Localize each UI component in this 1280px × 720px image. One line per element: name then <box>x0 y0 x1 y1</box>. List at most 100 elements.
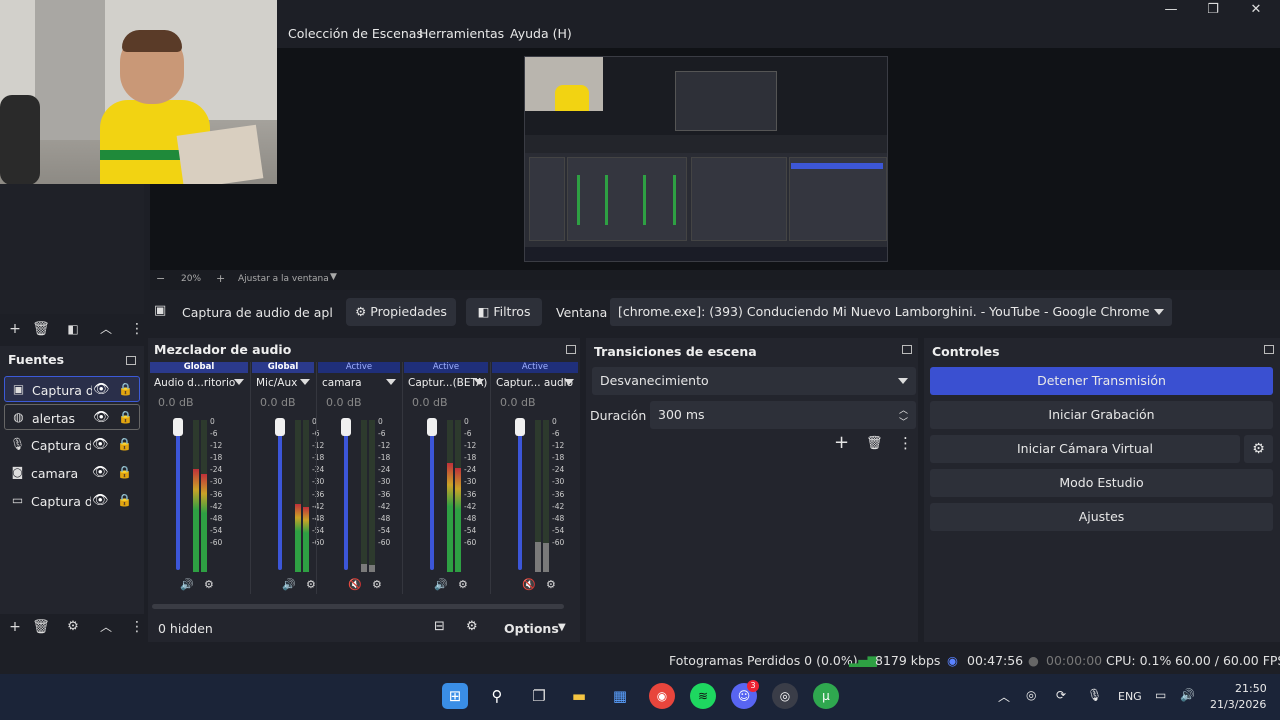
menu-help[interactable]: Ayuda (H) <box>510 26 572 41</box>
volume-slider[interactable] <box>518 420 522 570</box>
audio-settings-icon[interactable]: ⚙ <box>306 578 316 591</box>
network-icon[interactable]: ▭ <box>1155 688 1166 702</box>
speaker-icon[interactable]: 🔇 <box>522 578 536 591</box>
speaker-icon[interactable]: 🔊 <box>434 578 448 591</box>
chevron-down-icon[interactable]: ▼ <box>330 272 337 282</box>
channel-name[interactable]: Mic/Aux <box>256 377 297 389</box>
maximize-icon[interactable]: ❐ <box>1205 2 1221 18</box>
transition-select[interactable]: Desvanecimiento <box>592 367 916 395</box>
task-view-icon[interactable]: ❐ <box>526 683 552 709</box>
add-transition-icon[interactable]: + <box>834 432 849 453</box>
menu-tools[interactable]: Herramientas <box>419 26 504 41</box>
speaker-icon[interactable]: 🔊 <box>282 578 296 591</box>
clock-date[interactable]: 21/3/2026 <box>1210 698 1266 711</box>
search-icon[interactable]: ⚲ <box>484 683 510 709</box>
speaker-icon[interactable]: 🔊 <box>180 578 194 591</box>
volume-slider[interactable] <box>278 420 282 570</box>
zoom-in-button[interactable]: + <box>216 272 225 285</box>
more-icon[interactable]: ⋮ <box>130 319 144 339</box>
window-select[interactable]: [chrome.exe]: (393) Conduciendo Mi Nuevo… <box>610 298 1172 326</box>
volume-slider-handle[interactable] <box>341 418 351 436</box>
lock-icon[interactable]: 🔒 <box>118 382 133 396</box>
speaker-icon[interactable]: 🔇 <box>348 578 362 591</box>
stop-stream-button[interactable]: Detener Transmisión <box>930 367 1273 395</box>
source-item[interactable]: ◍ alertas 👁 🔒 <box>4 404 140 430</box>
mixer-scrollbar[interactable] <box>152 604 564 609</box>
close-icon[interactable]: ✕ <box>1248 2 1264 18</box>
properties-button[interactable]: ⚙ Propiedades <box>346 298 456 326</box>
undock-icon[interactable] <box>126 356 136 365</box>
volume-slider[interactable] <box>430 420 434 570</box>
chrome-icon[interactable]: ◉ <box>649 683 675 709</box>
spin-down-icon[interactable]: ﹀ <box>899 409 908 437</box>
lock-icon[interactable]: 🔒 <box>117 493 132 507</box>
studio-mode-button[interactable]: Modo Estudio <box>930 469 1273 497</box>
gear-icon[interactable]: ⚙ <box>1244 435 1273 463</box>
undock-icon[interactable] <box>566 345 576 354</box>
stream-preview[interactable] <box>524 56 888 262</box>
volume-slider-handle[interactable] <box>427 418 437 436</box>
more-icon[interactable]: ⋮ <box>898 434 913 452</box>
visibility-eye-icon[interactable]: 👁 <box>92 437 109 452</box>
visibility-eye-icon[interactable]: 👁 <box>92 465 109 480</box>
obs-icon[interactable]: ◎ <box>772 683 798 709</box>
store-icon[interactable]: ▦ <box>607 683 633 709</box>
options-button[interactable]: Options <box>504 621 559 636</box>
undock-icon[interactable] <box>902 345 912 354</box>
minimize-icon[interactable]: — <box>1163 2 1179 18</box>
clock-time[interactable]: 21:50 <box>1235 682 1267 695</box>
gear-icon[interactable]: ⚙ <box>63 617 83 637</box>
more-icon[interactable]: ⋮ <box>130 617 144 637</box>
undock-icon[interactable] <box>1264 345 1274 354</box>
chevron-down-icon[interactable] <box>474 379 484 385</box>
visibility-eye-icon[interactable]: 👁 <box>93 410 110 425</box>
trash-icon[interactable]: 🗑 <box>31 319 51 339</box>
layout-icon[interactable]: ⊟ <box>434 619 445 634</box>
microphone-icon[interactable]: 🎙 <box>1087 688 1102 702</box>
audio-settings-icon[interactable]: ⚙ <box>458 578 468 591</box>
chevron-down-icon[interactable]: ▼ <box>558 622 566 633</box>
trash-icon[interactable]: 🗑 <box>866 436 883 451</box>
volume-slider-handle[interactable] <box>515 418 525 436</box>
duration-spinbox[interactable]: 300 ms ︿ ﹀ <box>650 401 916 429</box>
chevron-up-icon[interactable]: ︿ <box>998 688 1010 705</box>
menu-scene-collection[interactable]: Colección de Escenas <box>288 26 423 41</box>
trash-icon[interactable]: 🗑 <box>31 617 51 637</box>
add-scene-icon[interactable]: + <box>5 319 25 339</box>
start-recording-button[interactable]: Iniciar Grabación <box>930 401 1273 429</box>
chevron-down-icon[interactable] <box>234 379 244 385</box>
source-item[interactable]: ◙ camara 👁 🔒 <box>4 460 140 486</box>
chevron-down-icon[interactable] <box>300 379 310 385</box>
chevron-down-icon[interactable] <box>564 379 574 385</box>
lock-icon[interactable]: 🔒 <box>117 465 132 479</box>
audio-settings-icon[interactable]: ⚙ <box>204 578 214 591</box>
source-item[interactable]: ▭ Captura d 👁 🔒 <box>4 488 140 514</box>
spotify-icon[interactable]: ≋ <box>690 683 716 709</box>
add-source-icon[interactable]: + <box>5 617 25 637</box>
chevron-up-icon[interactable]: ︿ <box>96 319 116 339</box>
obs-tray-icon[interactable]: ◎ <box>1026 688 1036 702</box>
source-item[interactable]: 🎙 Captura d 👁 🔒 <box>4 432 140 458</box>
chevron-up-icon[interactable]: ︿ <box>96 617 116 637</box>
volume-slider[interactable] <box>344 420 348 570</box>
windows-start-icon[interactable]: ⊞ <box>442 683 468 709</box>
filters-button[interactable]: ◧ Filtros <box>466 298 542 326</box>
language-indicator[interactable]: ENG <box>1118 690 1142 703</box>
zoom-out-button[interactable]: − <box>156 272 165 285</box>
volume-slider-handle[interactable] <box>173 418 183 436</box>
sync-icon[interactable]: ⟳ <box>1056 688 1066 702</box>
audio-settings-icon[interactable]: ⚙ <box>372 578 382 591</box>
chevron-down-icon[interactable] <box>386 379 396 385</box>
lock-icon[interactable]: 🔒 <box>117 437 132 451</box>
file-explorer-icon[interactable]: ▬ <box>566 683 592 709</box>
advanced-audio-icon[interactable]: ⚙ <box>466 619 478 634</box>
settings-button[interactable]: Ajustes <box>930 503 1273 531</box>
filter-icon[interactable]: ◧ <box>63 319 83 339</box>
volume-slider[interactable] <box>176 420 180 570</box>
utorrent-icon[interactable]: µ <box>813 683 839 709</box>
channel-name[interactable]: camara <box>322 377 362 389</box>
audio-settings-icon[interactable]: ⚙ <box>546 578 556 591</box>
volume-slider-handle[interactable] <box>275 418 285 436</box>
visibility-eye-icon[interactable]: 👁 <box>92 493 109 508</box>
lock-icon[interactable]: 🔒 <box>118 410 133 424</box>
